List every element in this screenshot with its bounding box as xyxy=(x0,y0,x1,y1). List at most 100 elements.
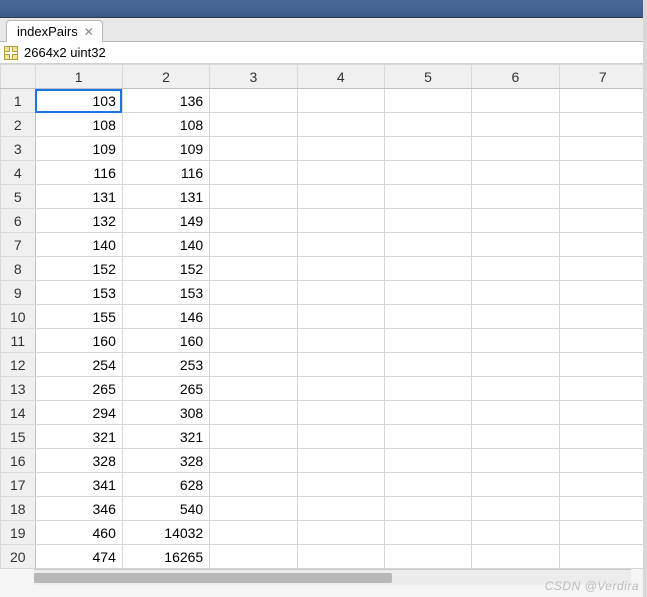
grid-cell[interactable] xyxy=(472,113,559,137)
row-header[interactable]: 19 xyxy=(1,521,36,545)
grid-cell[interactable] xyxy=(384,305,471,329)
grid-cell[interactable]: 152 xyxy=(35,257,122,281)
grid-cell[interactable]: 103 xyxy=(35,89,122,113)
row-header[interactable]: 8 xyxy=(1,257,36,281)
grid-cell[interactable] xyxy=(472,401,559,425)
grid-cell[interactable]: 155 xyxy=(35,305,122,329)
grid-cell[interactable] xyxy=(384,497,471,521)
grid-cell[interactable] xyxy=(297,185,384,209)
grid-cell[interactable]: 140 xyxy=(35,233,122,257)
grid-cell[interactable] xyxy=(559,521,646,545)
grid-cell[interactable] xyxy=(472,377,559,401)
row-header[interactable]: 10 xyxy=(1,305,36,329)
grid-cell[interactable] xyxy=(559,545,646,569)
grid-cell[interactable]: 460 xyxy=(35,521,122,545)
grid-cell[interactable] xyxy=(210,401,297,425)
grid-cell[interactable] xyxy=(559,425,646,449)
grid-cell[interactable] xyxy=(559,185,646,209)
grid-cell[interactable] xyxy=(210,233,297,257)
row-header[interactable]: 12 xyxy=(1,353,36,377)
grid-cell[interactable] xyxy=(384,209,471,233)
grid-cell[interactable] xyxy=(384,521,471,545)
grid-cell[interactable] xyxy=(210,89,297,113)
row-header[interactable]: 17 xyxy=(1,473,36,497)
grid-cell[interactable]: 308 xyxy=(122,401,209,425)
grid-cell[interactable]: 265 xyxy=(35,377,122,401)
grid-cell[interactable] xyxy=(297,161,384,185)
row-header[interactable]: 18 xyxy=(1,497,36,521)
grid-cell[interactable]: 109 xyxy=(35,137,122,161)
grid-cell[interactable]: 116 xyxy=(122,161,209,185)
grid-cell[interactable] xyxy=(210,377,297,401)
grid-cell[interactable]: 16265 xyxy=(122,545,209,569)
column-header[interactable]: 4 xyxy=(297,65,384,89)
grid-cell[interactable] xyxy=(472,353,559,377)
grid-cell[interactable]: 116 xyxy=(35,161,122,185)
grid-cell[interactable] xyxy=(384,377,471,401)
grid-cell[interactable] xyxy=(210,545,297,569)
data-grid[interactable]: 1 2 3 4 5 6 7 11031362108108310910941161… xyxy=(0,64,647,569)
grid-cell[interactable] xyxy=(472,473,559,497)
grid-cell[interactable] xyxy=(297,257,384,281)
grid-cell[interactable] xyxy=(297,449,384,473)
grid-cell[interactable] xyxy=(210,257,297,281)
grid-cell[interactable]: 341 xyxy=(35,473,122,497)
grid-cell[interactable] xyxy=(210,185,297,209)
grid-cell[interactable] xyxy=(210,281,297,305)
grid-cell[interactable] xyxy=(297,401,384,425)
grid-cell[interactable] xyxy=(384,281,471,305)
grid-cell[interactable]: 628 xyxy=(122,473,209,497)
grid-cell[interactable] xyxy=(559,497,646,521)
grid-cell[interactable] xyxy=(384,233,471,257)
grid-cell[interactable] xyxy=(559,305,646,329)
grid-cell[interactable] xyxy=(472,545,559,569)
grid-cell[interactable] xyxy=(297,137,384,161)
grid-cell[interactable]: 146 xyxy=(122,305,209,329)
grid-cell[interactable] xyxy=(297,473,384,497)
grid-cell[interactable]: 14032 xyxy=(122,521,209,545)
grid-cell[interactable] xyxy=(210,305,297,329)
grid-cell[interactable]: 321 xyxy=(35,425,122,449)
row-header[interactable]: 15 xyxy=(1,425,36,449)
grid-cell[interactable] xyxy=(297,521,384,545)
grid-cell[interactable]: 131 xyxy=(35,185,122,209)
row-header[interactable]: 14 xyxy=(1,401,36,425)
column-header[interactable]: 5 xyxy=(384,65,471,89)
grid-cell[interactable] xyxy=(297,497,384,521)
grid-cell[interactable] xyxy=(472,185,559,209)
grid-cell[interactable]: 346 xyxy=(35,497,122,521)
grid-cell[interactable] xyxy=(384,185,471,209)
grid-cell[interactable] xyxy=(297,377,384,401)
scrollbar-thumb[interactable] xyxy=(34,573,392,583)
grid-cell[interactable]: 109 xyxy=(122,137,209,161)
grid-cell[interactable] xyxy=(210,521,297,545)
grid-cell[interactable]: 108 xyxy=(35,113,122,137)
grid-cell[interactable] xyxy=(559,401,646,425)
grid-cell[interactable] xyxy=(472,329,559,353)
grid-cell[interactable] xyxy=(297,113,384,137)
grid-cell[interactable] xyxy=(472,449,559,473)
row-header[interactable]: 13 xyxy=(1,377,36,401)
grid-cell[interactable] xyxy=(384,257,471,281)
grid-cell[interactable] xyxy=(559,137,646,161)
row-header[interactable]: 7 xyxy=(1,233,36,257)
grid-cell[interactable] xyxy=(559,161,646,185)
grid-cell[interactable] xyxy=(559,329,646,353)
row-header[interactable]: 1 xyxy=(1,89,36,113)
grid-cell[interactable] xyxy=(297,545,384,569)
grid-cell[interactable] xyxy=(472,497,559,521)
grid-cell[interactable]: 149 xyxy=(122,209,209,233)
grid-cell[interactable] xyxy=(210,137,297,161)
grid-cell[interactable] xyxy=(210,329,297,353)
row-header[interactable]: 4 xyxy=(1,161,36,185)
grid-cell[interactable] xyxy=(384,89,471,113)
grid-cell[interactable] xyxy=(297,329,384,353)
grid-cell[interactable] xyxy=(559,353,646,377)
grid-cell[interactable] xyxy=(472,521,559,545)
grid-cell[interactable]: 152 xyxy=(122,257,209,281)
grid-cell[interactable] xyxy=(210,353,297,377)
grid-cell[interactable]: 160 xyxy=(122,329,209,353)
column-header[interactable]: 1 xyxy=(35,65,122,89)
grid-cell[interactable] xyxy=(472,425,559,449)
grid-cell[interactable] xyxy=(297,233,384,257)
